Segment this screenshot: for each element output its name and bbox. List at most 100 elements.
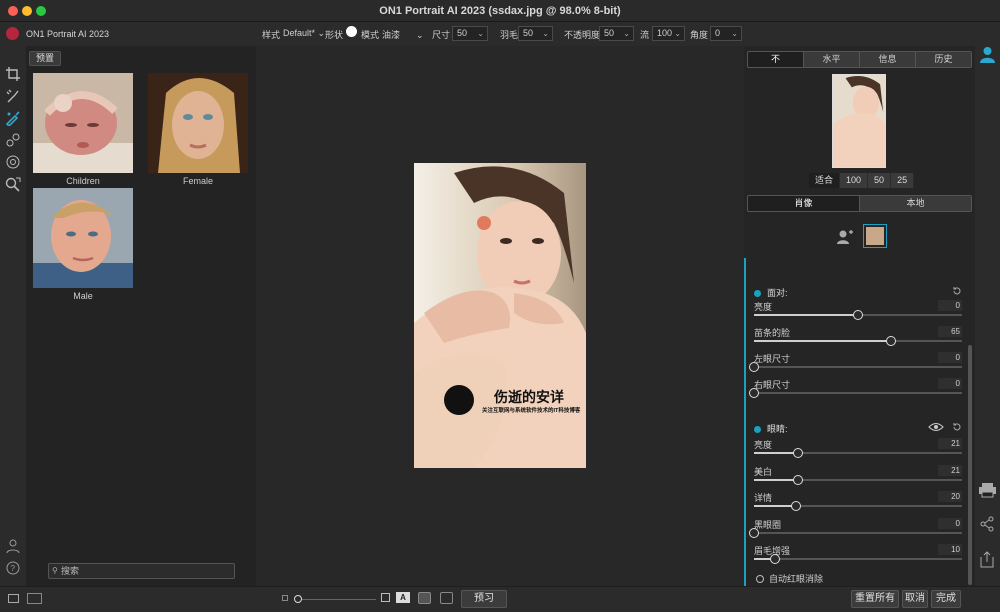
zoom-slider-knob[interactable] — [294, 595, 302, 603]
user-account-icon[interactable] — [5, 538, 21, 554]
share-icon[interactable] — [979, 516, 995, 532]
slider-track[interactable] — [754, 501, 962, 511]
reset-all-button[interactable]: 重置所有 — [851, 590, 899, 608]
zoom-100-button[interactable]: 100 — [840, 173, 869, 188]
zoom-slider[interactable] — [294, 595, 376, 603]
heal-tool-icon[interactable] — [5, 132, 21, 148]
portrait-module-icon[interactable] — [979, 46, 996, 63]
slider-track[interactable] — [749, 388, 962, 398]
slider-value-field[interactable]: 0 — [938, 352, 962, 363]
search-placeholder: 搜索 — [61, 566, 80, 576]
preset-thumbnail-children[interactable] — [33, 73, 133, 173]
slider-fill — [754, 452, 798, 454]
slider-value-field[interactable]: 21 — [938, 464, 962, 476]
slider-knob[interactable] — [749, 362, 759, 372]
tab-levels[interactable]: 水平 — [804, 52, 860, 67]
slider-track[interactable] — [754, 554, 962, 564]
feather-field[interactable]: 50 ⌄ — [518, 26, 553, 41]
zoom-50-button[interactable]: 50 — [868, 173, 892, 188]
slider-track[interactable] — [754, 310, 962, 320]
tab-info[interactable]: 信息 — [860, 52, 916, 67]
single-view-icon[interactable] — [27, 593, 42, 604]
eye-visibility-icon[interactable] — [928, 422, 944, 432]
done-button[interactable]: 完成 — [931, 590, 961, 608]
flow-field[interactable]: 100 ⌄ — [652, 26, 685, 41]
style-select[interactable]: Default* ⌄ — [283, 28, 325, 39]
detected-face-thumbnail[interactable] — [863, 224, 887, 248]
adjustment-brush-icon[interactable] — [5, 110, 21, 126]
portrait-adjustments: 面对: 亮度 0 苗条的脸 65 左眼尺寸 0 右眼尺寸 0 眼睛: 亮度 21 美白 21 详情 20… — [744, 258, 971, 586]
slider-track[interactable] — [754, 336, 962, 346]
tab-local[interactable]: 本地 — [860, 196, 971, 211]
tab-navigator[interactable]: 不 — [748, 52, 804, 67]
overlay-view-icon[interactable] — [418, 592, 431, 604]
zoom-tool-icon[interactable] — [5, 176, 21, 192]
preset-thumbnail-male[interactable] — [33, 188, 133, 288]
add-face-icon[interactable] — [836, 229, 854, 245]
eyes-section-header[interactable]: 眼睛: — [754, 422, 788, 435]
face-tool-icon[interactable] — [5, 154, 21, 170]
brush-shape-round-icon[interactable] — [346, 26, 357, 37]
slider-fill — [754, 478, 798, 481]
style-value: Default* — [283, 28, 316, 38]
slider-knob[interactable] — [853, 310, 863, 320]
export-icon[interactable] — [979, 551, 995, 568]
slider-value-field[interactable]: 20 — [938, 491, 962, 502]
panel-toggle-icon[interactable] — [8, 594, 19, 603]
slider-track[interactable] — [754, 474, 962, 485]
main-photo[interactable]: 伤逝的安详 关注互联网与系统软件技术的IT科技博客 — [414, 163, 586, 468]
slider-value-field[interactable]: 0 — [938, 378, 962, 389]
crop-tool-icon[interactable] — [5, 66, 21, 82]
slider-track[interactable] — [754, 448, 962, 458]
zoom-25-button[interactable]: 25 — [891, 173, 915, 188]
slider-label: 详情 — [754, 493, 773, 503]
slider-knob[interactable] — [749, 527, 759, 538]
retouch-brush-icon[interactable] — [5, 88, 21, 104]
app-name: ON1 Portrait AI 2023 — [26, 29, 110, 39]
preview-button[interactable]: 预习 — [461, 590, 507, 608]
tab-portrait[interactable]: 肖像 — [748, 196, 860, 211]
slider-knob[interactable] — [749, 388, 759, 398]
slider-track[interactable] — [749, 362, 962, 372]
presets-button[interactable]: 预置 — [29, 51, 61, 66]
cancel-button[interactable]: 取消 — [902, 590, 928, 608]
print-icon[interactable] — [978, 482, 997, 498]
slider-knob[interactable] — [790, 501, 801, 511]
adjustments-scrollbar[interactable] — [968, 345, 972, 585]
face-section-title: 面对: — [767, 288, 788, 298]
right-panel: 不 水平 信息 历史 适合 100 50 25 肖像 本地 面对: 亮度 0 苗条的… — [744, 46, 975, 586]
watermark-subtitle: 关注互联网与系统软件技术的IT科技博客 — [482, 408, 581, 414]
zoom-fit-button[interactable]: 适合 — [809, 173, 841, 188]
eyes-section-title: 眼睛: — [767, 424, 788, 434]
face-section-header[interactable]: 面对: — [754, 286, 788, 299]
help-icon[interactable]: ? — [5, 560, 21, 576]
chevron-down-icon: ⌄ — [674, 29, 681, 38]
slider-track[interactable] — [749, 527, 962, 538]
mask-view-icon[interactable]: A — [396, 592, 410, 603]
slider-value-field[interactable]: 10 — [938, 544, 962, 555]
auto-redeye-checkbox[interactable]: 自动红眼消除 — [756, 572, 823, 585]
navigator-preview[interactable] — [832, 74, 886, 168]
angle-field[interactable]: 0 ⌄ — [710, 26, 742, 41]
chevron-down-icon: ⌄ — [416, 30, 424, 40]
tab-history[interactable]: 历史 — [916, 52, 971, 67]
size-label: 尺寸 — [432, 30, 451, 40]
slider-value-field[interactable]: 0 — [938, 300, 962, 311]
size-field[interactable]: 50 ⌄ — [452, 26, 488, 41]
compare-view-icon[interactable] — [440, 592, 453, 604]
slider-value-field[interactable]: 65 — [938, 326, 962, 337]
preset-thumbnail-female[interactable] — [148, 73, 248, 173]
reset-eyes-icon[interactable] — [952, 422, 962, 432]
slider-value-field[interactable]: 0 — [938, 517, 962, 529]
slider-knob[interactable] — [769, 554, 780, 564]
slider-knob[interactable] — [886, 336, 897, 346]
chevron-down-icon: ⌄ — [477, 29, 484, 38]
slider-label: 左眼尺寸 — [754, 354, 791, 364]
opacity-field[interactable]: 50 ⌄ — [599, 26, 634, 41]
slider-value-field[interactable]: 21 — [938, 438, 962, 449]
slider-knob[interactable] — [792, 474, 803, 485]
preset-search-input[interactable]: ⚲ 搜索 — [48, 563, 235, 579]
reset-face-icon[interactable] — [952, 286, 962, 296]
slider-knob[interactable] — [792, 448, 803, 458]
mode-select[interactable]: 油漆 ⌄ — [382, 28, 424, 41]
